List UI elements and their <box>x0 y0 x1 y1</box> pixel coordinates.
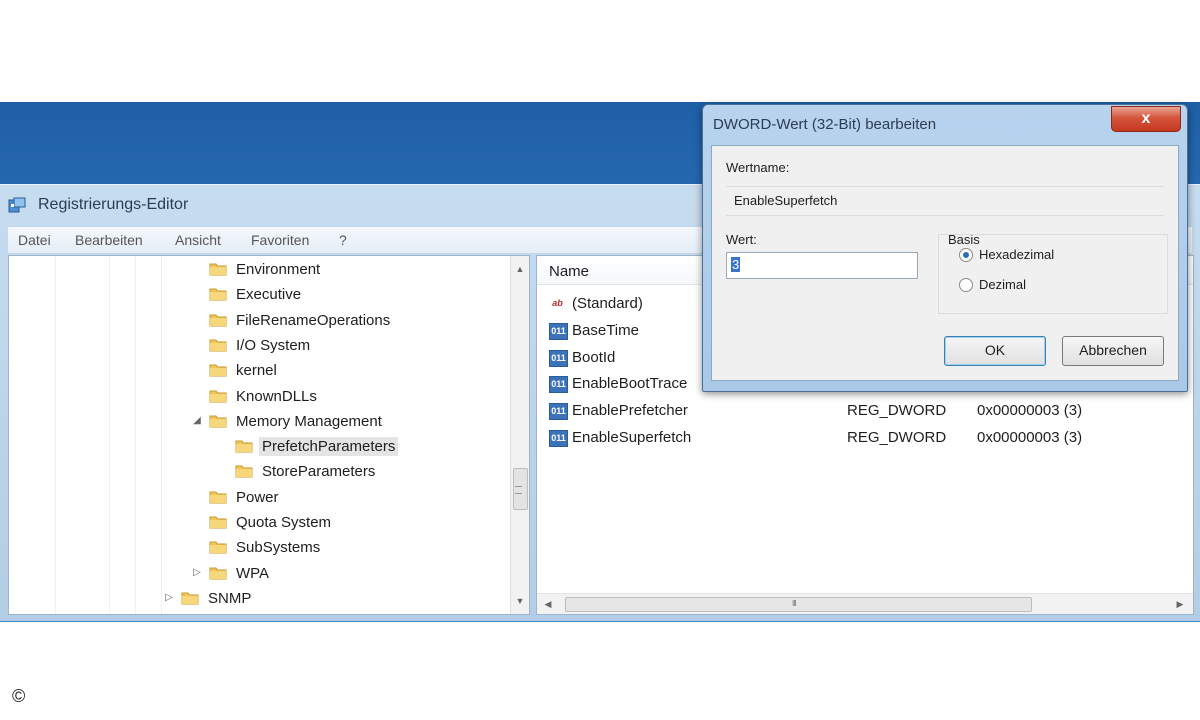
tree-expander-icon[interactable]: ▷ <box>191 567 203 578</box>
tree-item-label: SubSystems <box>236 539 321 557</box>
tree-guide-line <box>109 256 110 614</box>
binary-value-icon: 011 <box>549 403 568 421</box>
dialog-body: Wertname: EnableSuperfetch Wert: 3 Basis… <box>711 145 1179 381</box>
tree-expander-icon[interactable]: ◢ <box>191 415 203 426</box>
value-data-label: Wert: <box>726 232 757 247</box>
value-name: BootId <box>572 348 616 366</box>
folder-icon <box>209 491 227 504</box>
value-row[interactable]: 011 EnableSuperfetch REG_DWORD 0x00000003 (… <box>537 426 1193 450</box>
folder-icon <box>235 465 253 478</box>
value-name: EnableBootTrace <box>572 375 688 393</box>
tree-item-label: Power <box>236 488 279 506</box>
radio-checked-icon <box>959 248 973 262</box>
binary-value-icon: 011 <box>549 376 568 394</box>
folder-icon <box>209 567 227 580</box>
tree-expander-icon[interactable]: ▷ <box>163 592 175 603</box>
tree-item-label: StoreParameters <box>262 463 376 481</box>
menu-favoriten[interactable]: Favoriten <box>251 232 309 248</box>
value-row[interactable]: 011 EnablePrefetcher REG_DWORD 0x00000003 (… <box>537 399 1193 423</box>
value-name: EnableSuperfetch <box>572 429 692 446</box>
tree-item-label: PrefetchParameters <box>259 437 399 457</box>
value-name-field: EnableSuperfetch <box>726 186 1164 216</box>
folder-icon <box>209 288 227 301</box>
tree-guide-line <box>55 256 56 614</box>
copyright-mark: © <box>12 686 26 706</box>
menu-help[interactable]: ? <box>339 232 347 248</box>
menu-ansicht[interactable]: Ansicht <box>175 232 221 248</box>
folder-icon <box>209 390 227 402</box>
folder-icon <box>235 440 253 453</box>
value-name: BaseTime <box>572 321 639 339</box>
radio-decimal-label: Dezimal <box>979 277 1026 292</box>
folder-icon <box>209 314 227 327</box>
binary-value-icon: 011 <box>549 349 568 367</box>
basis-group: Hexadezimal Dezimal <box>938 234 1168 314</box>
tree-item-label: I/O System <box>236 336 311 354</box>
value-name-label: Wertname: <box>726 160 790 175</box>
string-value-icon: ab <box>552 298 563 308</box>
tree-item-label: Executive <box>236 286 302 304</box>
folder-icon <box>209 415 227 428</box>
value-data: 0x00000003 (3) <box>977 429 1083 446</box>
scrollbar-grip: III <box>792 599 797 608</box>
radio-hexadecimal-label: Hexadezimal <box>979 247 1055 262</box>
radio-unchecked-icon <box>959 278 973 292</box>
tree-item-label: KnownDLLs <box>236 387 317 405</box>
tree-item-label: Memory Management <box>236 412 382 430</box>
value-name: (Standard) <box>572 295 643 312</box>
folder-icon <box>209 263 227 276</box>
cancel-button[interactable]: Abbrechen <box>1062 336 1164 366</box>
value-type: REG_DWORD <box>847 429 947 446</box>
scroll-left-arrow-icon[interactable]: ◀ <box>539 594 557 614</box>
binary-value-icon: 011 <box>549 322 568 340</box>
key-tree-pane[interactable]: Environment Executive FileRenameOperations… <box>8 255 530 615</box>
tree-item-label: Quota System <box>236 514 332 531</box>
value-name: EnablePrefetcher <box>572 402 688 420</box>
scrollbar-grip-icon <box>515 486 522 494</box>
tree-item-label: Environment <box>236 261 321 278</box>
tree-item-label: SNMP <box>208 589 252 607</box>
folder-icon <box>209 541 227 554</box>
menu-bearbeiten[interactable]: Bearbeiten <box>75 232 143 248</box>
menu-datei[interactable]: Datei <box>18 232 51 248</box>
values-horizontal-scrollbar[interactable]: ◀ III ▶ <box>537 593 1193 614</box>
scroll-right-arrow-icon[interactable]: ▶ <box>1171 594 1189 614</box>
tree-guide-line <box>161 256 162 614</box>
close-button[interactable]: x <box>1111 106 1181 132</box>
binary-value-icon: 011 <box>549 430 568 447</box>
column-header-name[interactable]: Name <box>549 263 589 280</box>
tree-guide-line <box>135 256 136 614</box>
folder-icon <box>209 516 227 529</box>
window-title: Registrierungs-Editor <box>38 196 189 213</box>
scrollbar-thumb[interactable] <box>565 597 1032 612</box>
dialog-title: DWORD-Wert (32-Bit) bearbeiten <box>713 116 937 133</box>
tree-item-label: kernel <box>236 362 277 380</box>
value-data-input[interactable]: 3 <box>726 252 918 279</box>
folder-icon <box>209 364 227 377</box>
tree-vertical-scrollbar[interactable]: ▲ ▼ <box>510 256 529 614</box>
registry-editor-icon <box>8 197 26 213</box>
folder-icon <box>209 339 227 352</box>
scroll-down-arrow-icon[interactable]: ▼ <box>511 592 529 610</box>
value-name-text: EnableSuperfetch <box>734 193 838 208</box>
folder-icon <box>181 592 199 605</box>
tree-item-label: FileRenameOperations <box>236 311 391 329</box>
edit-dword-dialog: DWORD-Wert (32-Bit) bearbeiten x Wertnam… <box>702 104 1188 392</box>
ok-button[interactable]: OK <box>944 336 1046 366</box>
value-data: 0x00000003 (3) <box>977 402 1083 420</box>
scroll-up-arrow-icon[interactable]: ▲ <box>511 260 529 278</box>
value-type: REG_DWORD <box>847 402 947 420</box>
close-icon: x <box>1141 110 1151 127</box>
tree-item-label: WPA <box>236 564 270 582</box>
value-data-text: 3 <box>731 257 741 272</box>
